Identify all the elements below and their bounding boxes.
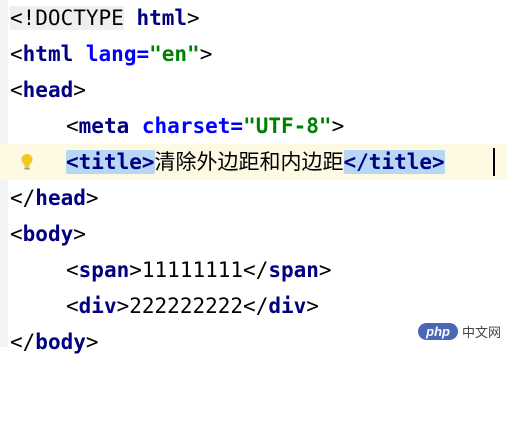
bracket-token: </ [243,294,269,318]
bracket-token: </ [243,258,269,282]
code-line-2[interactable]: <html lang="en"> [0,36,507,72]
code-editor[interactable]: <!DOCTYPE html> <html lang="en"> <head> … [0,0,507,354]
bracket-token: > [85,330,99,354]
code-content: <div>222222222</div> [66,288,319,324]
text-cursor [493,148,495,176]
bracket-token: > [318,258,332,282]
tag-name: head [22,78,74,102]
tag-name: body [35,330,86,354]
watermark-text: 中文网 [461,325,501,340]
bracket-token: > [306,294,319,318]
attribute-name: lang [85,42,137,66]
bracket-token: > [73,78,86,102]
code-content: <title>清除外边距和内边距</title> [66,144,445,180]
tag-name: meta [78,114,130,138]
watermark: php 中文网 [418,322,501,341]
code-line-9[interactable]: <div>222222222</div> [0,288,507,324]
bracket-token: < [66,294,79,318]
code-line-5[interactable]: <title>清除外边距和内边距</title> [0,144,507,180]
code-content: <span>11111111</span> [66,252,332,288]
tag-name: span [78,258,130,282]
doctype-html-token: html [136,6,188,30]
code-content: </head> [10,180,99,216]
code-content: <body> [10,216,86,252]
bracket-token: </ [10,186,36,210]
code-content: <html lang="en"> [10,36,212,72]
tag-name: body [22,222,74,246]
bracket-token: > [129,258,142,282]
bracket-token: > [85,186,99,210]
code-content: <head> [10,72,86,108]
element-text: 222222222 [129,294,244,318]
bracket-token: < [66,114,79,138]
bracket-token: < [10,222,23,246]
code-line-4[interactable]: <meta charset="UTF-8"> [0,108,507,144]
code-line-1[interactable]: <!DOCTYPE html> [0,0,507,36]
title-open-tag: <title> [66,150,155,174]
bracket-token: > [187,6,200,30]
php-logo: php [418,323,458,340]
attribute-value: "UTF-8" [243,114,332,138]
code-line-7[interactable]: <body> [0,216,507,252]
code-line-3[interactable]: <head> [0,72,507,108]
bracket-token: > [73,222,86,246]
bracket-token: < [10,42,23,66]
code-line-8[interactable]: <span>11111111</span> [0,252,507,288]
bracket-token: > [116,294,130,318]
attribute-value: "en" [149,42,200,66]
code-content: </body> [10,324,99,360]
attribute-name: charset [141,114,231,138]
bracket-token: > [331,114,345,138]
code-content: <!DOCTYPE html> [10,0,200,36]
code-content: <meta charset="UTF-8"> [66,108,344,144]
tag-name: head [35,186,86,210]
lightbulb-icon[interactable] [20,153,34,171]
bracket-token: < [66,258,79,282]
tag-name: div [78,294,117,318]
bracket-token: < [10,78,23,102]
title-text: 清除外边距和内边距 [154,150,344,174]
tag-name: div [268,294,307,318]
element-text: 11111111 [141,258,244,282]
doctype-token: <!DOCTYPE [10,6,124,30]
tag-name: span [268,258,319,282]
bracket-token: </ [10,330,36,354]
code-line-6[interactable]: </head> [0,180,507,216]
equals-token: = [136,42,150,66]
bracket-token: > [199,42,213,66]
tag-name: html [22,42,74,66]
title-close-tag: </title> [343,150,445,174]
equals-token: = [230,114,244,138]
